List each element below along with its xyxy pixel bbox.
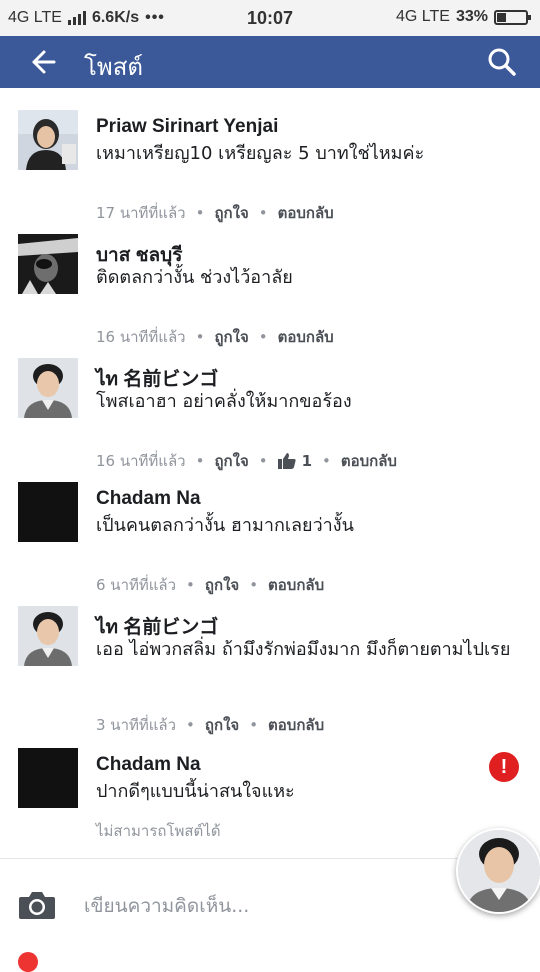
separator-dot: • bbox=[258, 328, 268, 346]
avatar[interactable] bbox=[18, 358, 78, 418]
search-button[interactable] bbox=[482, 42, 522, 82]
comment-time[interactable]: 6 นาทีที่แล้ว bbox=[96, 573, 176, 597]
avatar[interactable] bbox=[18, 234, 78, 294]
comment-time[interactable]: 3 นาทีที่แล้ว bbox=[96, 713, 176, 737]
comment-text: โพสเอาฮา อย่าคลั่งให้มากขอร้อง bbox=[96, 391, 352, 412]
comment-author[interactable]: Priaw Sirinart Yenjai bbox=[96, 116, 278, 138]
separator-dot: • bbox=[249, 716, 259, 734]
avatar[interactable] bbox=[18, 110, 78, 170]
like-button[interactable]: ถูกใจ bbox=[205, 713, 239, 737]
comment-time[interactable]: 17 นาทีที่แล้ว bbox=[96, 201, 186, 225]
like-button[interactable]: ถูกใจ bbox=[214, 201, 248, 225]
comment-text: เหมาเหรียญ10 เหรียญละ 5 บาทใช่ไหมค่ะ bbox=[96, 143, 425, 164]
comment-meta: 16 นาทีที่แล้ว • ถูกใจ • 1 • ตอบกลับ bbox=[96, 449, 397, 473]
separator-dot: • bbox=[249, 576, 259, 594]
comment-text: ติดตลกว่างั้น ช่วงไว้อาลัย bbox=[96, 267, 293, 288]
comment-text: ปากดีๆแบบนี้น่าสนใจแหะ bbox=[96, 781, 295, 802]
reply-button[interactable]: ตอบกลับ bbox=[268, 713, 324, 737]
comment-time[interactable]: 16 นาทีที่แล้ว bbox=[96, 325, 186, 349]
like-button[interactable]: ถูกใจ bbox=[214, 325, 248, 349]
status-right: 4G LTE 33% bbox=[396, 8, 531, 26]
comment-text: เป็นคนตลกว่างั้น ฮามากเลยว่างั้น bbox=[96, 515, 354, 536]
search-icon bbox=[488, 48, 516, 76]
thumbs-up-icon bbox=[277, 453, 296, 469]
status-bar: 4G LTE 6.6K/s ••• 10:07 4G LTE 33% bbox=[0, 0, 540, 36]
comment-meta: 3 นาทีที่แล้ว • ถูกใจ • ตอบกลับ bbox=[96, 713, 324, 737]
comment-text: เออ ไอ่พวกสลิ่ม ถ้ามึงรักพ่อมึงมาก มึงก็… bbox=[96, 639, 511, 660]
back-button[interactable] bbox=[20, 44, 60, 80]
like-button[interactable]: ถูกใจ bbox=[205, 573, 239, 597]
chat-head-avatar[interactable] bbox=[456, 828, 540, 914]
battery-icon bbox=[494, 9, 531, 25]
like-count-value: 1 bbox=[301, 452, 313, 470]
comment-author[interactable]: Chadam Na bbox=[96, 488, 201, 510]
network-label-right: 4G LTE bbox=[396, 8, 450, 25]
battery-percent: 33% bbox=[455, 8, 488, 25]
camera-button[interactable] bbox=[18, 890, 56, 920]
like-count[interactable]: 1 bbox=[277, 452, 313, 470]
separator-dot: • bbox=[186, 576, 195, 594]
camera-icon bbox=[19, 892, 55, 919]
comment-meta: ไม่สามารถโพสต์ได้ bbox=[96, 819, 221, 843]
app-bar: โพสต์ bbox=[0, 36, 540, 88]
reply-button[interactable]: ตอบกลับ bbox=[278, 201, 334, 225]
separator-dot: • bbox=[258, 204, 268, 222]
reply-button[interactable]: ตอบกลับ bbox=[278, 325, 334, 349]
notification-dot bbox=[18, 952, 38, 972]
comment-meta: 6 นาทีที่แล้ว • ถูกใจ • ตอบกลับ bbox=[96, 573, 324, 597]
comment-author[interactable]: Chadam Na bbox=[96, 754, 201, 776]
separator-dot: • bbox=[195, 328, 205, 346]
separator-dot: • bbox=[186, 716, 195, 734]
like-button[interactable]: ถูกใจ bbox=[214, 449, 248, 473]
separator-dot: • bbox=[195, 204, 205, 222]
separator-dot: • bbox=[195, 452, 205, 470]
reply-button[interactable]: ตอบกลับ bbox=[268, 573, 324, 597]
post-failed-label: ไม่สามารถโพสต์ได้ bbox=[96, 822, 221, 840]
comment-time[interactable]: 16 นาทีที่แล้ว bbox=[96, 449, 186, 473]
comment-meta: 16 นาทีที่แล้ว • ถูกใจ • ตอบกลับ bbox=[96, 325, 334, 349]
arrow-left-icon bbox=[32, 50, 56, 74]
reply-button[interactable]: ตอบกลับ bbox=[341, 449, 397, 473]
separator-dot: • bbox=[322, 452, 331, 470]
avatar[interactable] bbox=[18, 606, 78, 666]
comment-input[interactable] bbox=[84, 891, 414, 921]
page-title: โพสต์ bbox=[84, 53, 143, 81]
comment-meta: 17 นาทีที่แล้ว • ถูกใจ • ตอบกลับ bbox=[96, 201, 334, 225]
avatar[interactable] bbox=[18, 482, 78, 542]
error-icon[interactable]: ! bbox=[489, 752, 519, 782]
avatar[interactable] bbox=[18, 748, 78, 808]
separator-dot: • bbox=[258, 452, 268, 470]
